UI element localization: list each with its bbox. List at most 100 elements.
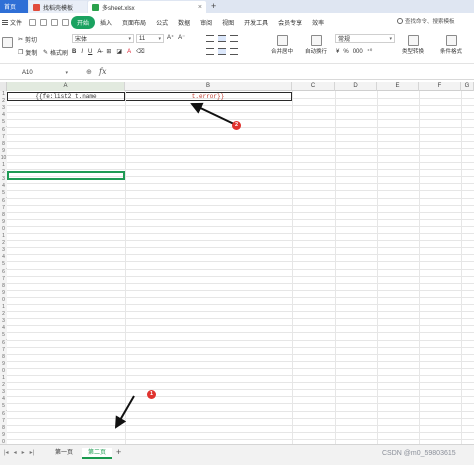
redo-icon[interactable] xyxy=(62,18,70,26)
active-cell-a10[interactable] xyxy=(7,171,125,180)
row-number[interactable]: 4 xyxy=(0,396,7,404)
row-number[interactable]: 4 xyxy=(0,183,7,191)
row-number[interactable]: 8 xyxy=(0,211,7,219)
row-number[interactable]: 9 xyxy=(0,147,7,155)
row-number[interactable]: 7 xyxy=(0,204,7,212)
menu-item-insert[interactable]: 插入 xyxy=(95,18,117,27)
row-number[interactable]: 3 xyxy=(0,318,7,326)
row-number[interactable]: 1 xyxy=(0,162,7,170)
border-icon[interactable]: ⊞ xyxy=(106,48,111,55)
increase-decimal-icon[interactable]: ⁺⁰ xyxy=(367,48,373,55)
file-menu[interactable]: 文件 xyxy=(0,18,27,27)
row-number[interactable]: 8 xyxy=(0,140,7,148)
row-number[interactable]: 1 xyxy=(0,91,7,99)
close-tab-icon[interactable]: × xyxy=(198,4,202,11)
row-number[interactable]: 6 xyxy=(0,126,7,134)
menu-item-home[interactable]: 开始 xyxy=(71,15,96,29)
row-number[interactable]: 2 xyxy=(0,311,7,319)
paste-button[interactable] xyxy=(2,37,13,48)
first-sheet-icon[interactable]: |◂ xyxy=(4,449,9,456)
row-number[interactable]: 3 xyxy=(0,389,7,397)
prev-sheet-icon[interactable]: ◂ xyxy=(14,449,17,456)
row-number[interactable]: 5 xyxy=(0,261,7,269)
cut-button[interactable]: ✂ 剪切 xyxy=(18,35,37,44)
print-icon[interactable] xyxy=(40,18,48,26)
row-number[interactable]: 3 xyxy=(0,105,7,113)
menu-item-developer[interactable]: 开发工具 xyxy=(239,18,273,27)
column-header-b[interactable]: B xyxy=(125,82,292,91)
row-number[interactable]: 4 xyxy=(0,325,7,333)
row-number[interactable]: 8 xyxy=(0,353,7,361)
menu-item-member[interactable]: 会员专享 xyxy=(273,18,307,27)
tab-file[interactable]: 多sheet.xlsx × xyxy=(88,1,206,13)
tab-home[interactable]: 首页 xyxy=(0,0,28,13)
row-number[interactable]: 10 xyxy=(0,154,7,162)
bold-icon[interactable]: B xyxy=(72,49,76,55)
row-number[interactable]: 2 xyxy=(0,382,7,390)
row-number[interactable]: 4 xyxy=(0,112,7,120)
sheet-tab-2[interactable]: 第二页 xyxy=(82,448,112,459)
currency-icon[interactable]: ¥ xyxy=(336,49,339,55)
select-all-corner[interactable] xyxy=(0,82,7,91)
row-number[interactable]: 7 xyxy=(0,275,7,283)
fill-color-icon[interactable]: ◪ xyxy=(116,48,122,55)
align-middle-icon[interactable] xyxy=(218,35,226,42)
menu-item-review[interactable]: 审阅 xyxy=(195,18,217,27)
undo-icon[interactable] xyxy=(51,18,59,26)
new-tab-button[interactable]: + xyxy=(211,1,216,11)
decrease-font-icon[interactable]: A⁻ xyxy=(178,34,185,41)
cell-b1[interactable]: t.error}} xyxy=(125,92,292,101)
zoom-search-icon[interactable]: ⊕ xyxy=(86,68,92,76)
row-number[interactable]: 8 xyxy=(0,282,7,290)
sheet-tab-1[interactable]: 第一页 xyxy=(48,448,80,459)
conditional-format-button[interactable]: 条件格式 xyxy=(440,35,462,55)
column-header-a[interactable]: A xyxy=(7,82,125,91)
row-number[interactable]: 6 xyxy=(0,197,7,205)
row-number[interactable]: 7 xyxy=(0,346,7,354)
row-number[interactable]: 5 xyxy=(0,190,7,198)
row-number[interactable]: 6 xyxy=(0,339,7,347)
align-right-icon[interactable] xyxy=(230,48,238,55)
row-number[interactable]: 1 xyxy=(0,233,7,241)
wrap-text-button[interactable]: 自动换行 xyxy=(305,35,327,55)
column-header-d[interactable]: D xyxy=(335,82,377,91)
column-header-f[interactable]: F xyxy=(419,82,461,91)
menu-item-view[interactable]: 视图 xyxy=(217,18,239,27)
row-number[interactable]: 5 xyxy=(0,332,7,340)
format-painter-button[interactable]: ✎ 格式刷 xyxy=(43,48,68,57)
column-header-c[interactable]: C xyxy=(292,82,335,91)
row-number[interactable]: 9 xyxy=(0,431,7,439)
font-color-icon[interactable]: A xyxy=(127,49,131,55)
font-size-select[interactable]: 11 ▾ xyxy=(136,34,164,43)
next-sheet-icon[interactable]: ▸ xyxy=(22,449,25,456)
name-box[interactable]: A10 ▾ xyxy=(6,68,68,78)
strikethrough-icon[interactable]: A̶ xyxy=(97,49,101,55)
tab-template[interactable]: 找稻壳模板 xyxy=(29,1,87,13)
row-number[interactable]: 3 xyxy=(0,176,7,184)
row-number[interactable]: 5 xyxy=(0,403,7,411)
menu-item-data[interactable]: 数据 xyxy=(173,18,195,27)
clear-format-icon[interactable]: ⌫ xyxy=(136,48,144,55)
align-bottom-icon[interactable] xyxy=(230,35,238,42)
worksheet-grid[interactable]: ABCDEFG 1 2 3 4 5 6 7 8 9 10 1 2 3 4 5 6 7 8 9 0 1 2 3 4 5 6 7 8 9 0 1… xyxy=(0,82,474,444)
column-header-g[interactable]: G xyxy=(461,82,474,91)
row-number[interactable]: 3 xyxy=(0,247,7,255)
add-sheet-button[interactable]: + xyxy=(116,447,121,457)
menu-item-page-layout[interactable]: 页面布局 xyxy=(117,18,151,27)
row-number[interactable]: 9 xyxy=(0,218,7,226)
number-format-select[interactable]: 常规 ▾ xyxy=(335,34,395,43)
row-number[interactable]: 0 xyxy=(0,296,7,304)
align-top-icon[interactable] xyxy=(206,35,214,42)
font-family-select[interactable]: 宋体 ▾ xyxy=(72,34,134,43)
save-icon[interactable] xyxy=(29,18,37,26)
copy-button[interactable]: ❐ 复制 xyxy=(18,48,37,57)
italic-icon[interactable]: I xyxy=(81,49,83,55)
row-number[interactable]: 1 xyxy=(0,304,7,312)
row-number[interactable]: 5 xyxy=(0,119,7,127)
row-number[interactable]: 9 xyxy=(0,360,7,368)
type-convert-button[interactable]: 类型转换 xyxy=(402,35,424,55)
align-center-icon[interactable] xyxy=(218,48,226,55)
align-left-icon[interactable] xyxy=(206,48,214,55)
row-number[interactable]: 0 xyxy=(0,225,7,233)
menu-item-formula[interactable]: 公式 xyxy=(151,18,173,27)
